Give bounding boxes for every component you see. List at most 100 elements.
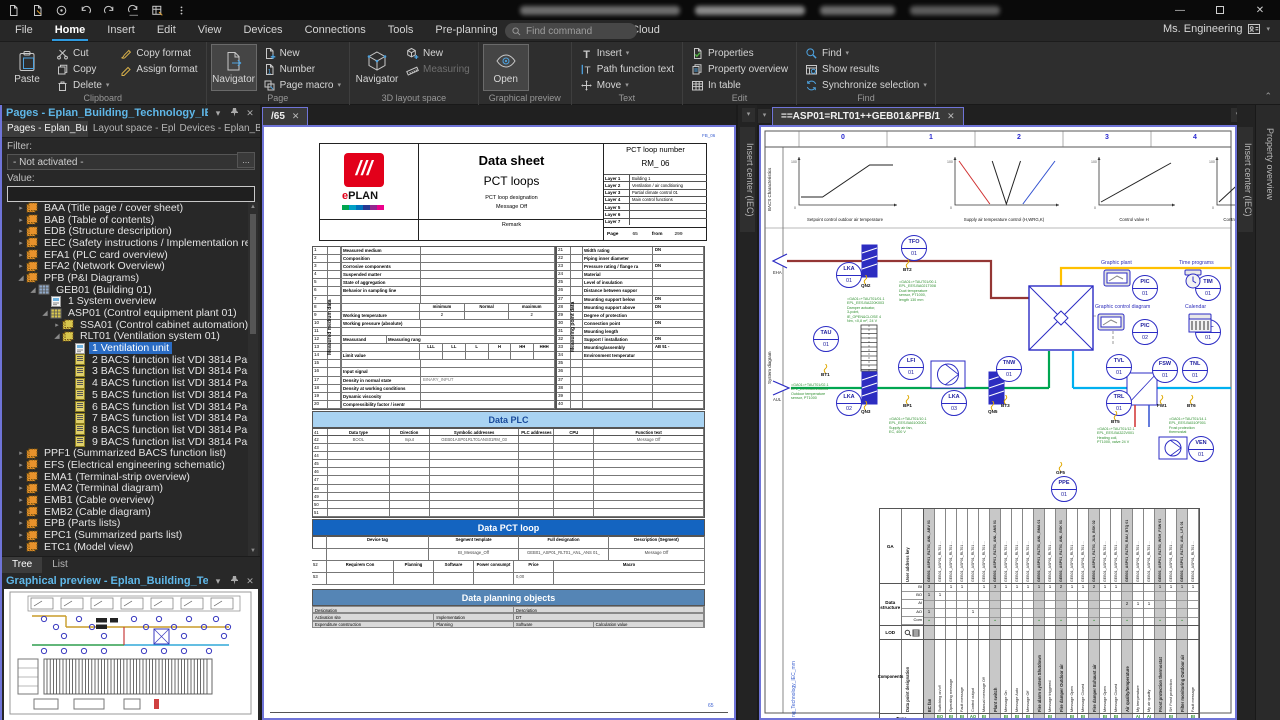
- assign-format-button[interactable]: Assign format: [115, 61, 201, 77]
- tree-item[interactable]: ▸EEC (Safety instructions / Implementati…: [4, 237, 248, 249]
- restore-button[interactable]: [1200, 0, 1240, 20]
- tree-item[interactable]: 6 BACS function list VDI 3814 Part 4.3: [4, 401, 248, 413]
- insert-center-vertical-tab[interactable]: Insert center (IEC): [1238, 127, 1253, 232]
- tree-item[interactable]: ▸EMB1 (Cable overview): [4, 494, 248, 506]
- bacs-data-point-tau01[interactable]: TAU01: [813, 326, 839, 352]
- collapse-ribbon-button[interactable]: ⌃: [1264, 91, 1272, 102]
- tree-item[interactable]: ▸EFS (Electrical engineering schematic): [4, 459, 248, 471]
- tree-item[interactable]: 2 BACS function list VDI 3814 Part 4.3: [4, 354, 248, 366]
- tree-item[interactable]: ▸EMB2 (Cable diagram): [4, 506, 248, 518]
- bacs-data-point-ppe01[interactable]: PPE01: [1051, 476, 1077, 502]
- menu-tab-insert[interactable]: Insert: [96, 20, 146, 42]
- copy-format-button[interactable]: Copy format: [115, 45, 201, 61]
- schematic-document[interactable]: 1000100010001000EHAAUL01234BACS Characte…: [759, 125, 1237, 720]
- panel-pin-icon[interactable]: [228, 575, 240, 587]
- value-input[interactable]: [7, 186, 255, 202]
- scroll-up-icon[interactable]: ▲: [248, 202, 258, 212]
- bacs-data-point-lka01[interactable]: LKA01: [836, 262, 862, 288]
- qa-undo-button[interactable]: [76, 2, 94, 18]
- new-button[interactable]: New: [259, 45, 345, 61]
- panel-dropdown-icon[interactable]: ▾: [212, 576, 224, 587]
- tree-scrollbar[interactable]: ▲ ▼: [248, 202, 258, 556]
- tree-item[interactable]: 3 BACS function list VDI 3814 Part 4.3: [4, 366, 248, 378]
- device-tag-bt6[interactable]: BT6: [1187, 395, 1196, 409]
- device-tag-qn3[interactable]: QN3: [861, 401, 870, 415]
- menu-tab-connections[interactable]: Connections: [294, 20, 377, 42]
- menu-tab-pre-planning[interactable]: Pre-planning: [424, 20, 508, 42]
- tree-item[interactable]: ▸EPB (Parts lists): [4, 518, 248, 530]
- insert-center-vertical-tab[interactable]: Insert center (IEC): [740, 127, 755, 232]
- tree-item[interactable]: ▸BAA (Title page / cover sheet): [4, 202, 248, 214]
- close-button[interactable]: ✕: [1240, 0, 1280, 20]
- qa-overflow-dots-button[interactable]: [172, 2, 190, 18]
- document-tab-schematic[interactable]: ==ASP01=RLT01++GEB01&PFB/1 ✕: [772, 107, 964, 125]
- menu-tab-view[interactable]: View: [187, 20, 233, 42]
- menu-tab-tools[interactable]: Tools: [377, 20, 425, 42]
- bacs-data-point-tfo01[interactable]: TFO01: [901, 235, 927, 261]
- panel-pin-icon[interactable]: [228, 107, 240, 119]
- tree-item[interactable]: ◢GEB01 (Building 01): [4, 284, 248, 296]
- tree-item[interactable]: ▸EFA2 (Network Overview): [4, 260, 248, 272]
- show-results-button[interactable]: Show results: [801, 61, 931, 77]
- panel-bottom-tab-tree[interactable]: Tree: [2, 557, 42, 573]
- tree-item[interactable]: 1 Ventilation unit: [4, 342, 248, 354]
- tree-item[interactable]: ◢PFB (P&I Diagrams): [4, 272, 248, 284]
- document-tab-datasheet[interactable]: /65 ✕: [262, 107, 308, 125]
- property-overview-button[interactable]: Property overview: [687, 61, 792, 77]
- panel-dropdown-icon[interactable]: ▾: [212, 108, 224, 119]
- qa-record-point-button[interactable]: [52, 2, 70, 18]
- navigator-tab-0[interactable]: Pages - Eplan_Buildin...: [2, 121, 88, 137]
- tree-expand-icon[interactable]: ▸: [52, 321, 62, 329]
- qa-redo-history-button[interactable]: [124, 2, 142, 18]
- properties-button[interactable]: Properties: [687, 45, 792, 61]
- tab-overflow-button[interactable]: ▾: [742, 108, 755, 122]
- menu-tab-devices[interactable]: Devices: [232, 20, 293, 42]
- tree-expand-icon[interactable]: ▸: [16, 449, 26, 457]
- scroll-down-icon[interactable]: ▼: [248, 546, 258, 556]
- navigator-tab-1[interactable]: Layout space - Eplan_...: [88, 121, 175, 137]
- filter-dropdown[interactable]: - Not activated - ▾: [7, 154, 255, 170]
- tab-close-icon[interactable]: ✕: [947, 111, 955, 122]
- bacs-data-point-lka03[interactable]: LKA03: [941, 390, 967, 416]
- tree-item[interactable]: 1 System overview: [4, 296, 248, 308]
- bacs-data-point-pic01[interactable]: PIC01: [1132, 275, 1158, 301]
- tree-expand-icon[interactable]: ▸: [16, 262, 26, 270]
- tree-item[interactable]: ◢ASP01 (Control equipment plant 01): [4, 307, 248, 319]
- device-tag-bp1[interactable]: BP1: [903, 395, 912, 409]
- navigator-tab-2[interactable]: Devices - Eplan_Build...: [175, 121, 260, 137]
- tree-item[interactable]: ▸EPC1 (Summarized parts list): [4, 529, 248, 541]
- tree-item[interactable]: 5 BACS function list VDI 3814 Part 4.3: [4, 389, 248, 401]
- tree-expand-icon[interactable]: ▸: [16, 496, 26, 504]
- qa-grid-edit-button[interactable]: [148, 2, 166, 18]
- new-button[interactable]: New: [402, 45, 474, 61]
- bacs-data-point-lfi01[interactable]: LFI01: [898, 354, 924, 380]
- measuring-button[interactable]: Measuring: [402, 61, 474, 77]
- tree-expand-icon[interactable]: ▸: [16, 461, 26, 469]
- menu-tab-edit[interactable]: Edit: [146, 20, 187, 42]
- bacs-data-point-ven01[interactable]: VEN01: [1188, 436, 1214, 462]
- tree-expand-icon[interactable]: ▸: [16, 473, 26, 481]
- bacs-data-point-pic02[interactable]: PIC02: [1132, 319, 1158, 345]
- bacs-data-point-fsw01[interactable]: FSW01: [1152, 357, 1178, 383]
- tab-scroll-left-button[interactable]: ▾: [758, 109, 771, 123]
- synchronize-selection-button[interactable]: Synchronize selection▾: [801, 77, 931, 93]
- device-tag-gf5[interactable]: GF5: [1056, 462, 1065, 476]
- tree-item[interactable]: ▸BAB (Table of contents): [4, 214, 248, 226]
- insert-button[interactable]: TInsert▾: [576, 45, 678, 61]
- device-tag-bt1[interactable]: BT1: [821, 364, 830, 378]
- tree-expand-icon[interactable]: ▸: [16, 484, 26, 492]
- bacs-data-point-tnl01[interactable]: TNL01: [1182, 357, 1208, 383]
- pane-splitter[interactable]: ▾ Insert center (IEC): [738, 105, 757, 720]
- device-tag-qn5[interactable]: QN5: [988, 401, 997, 415]
- tree-item[interactable]: ▸EFA1 (PLC card overview): [4, 249, 248, 261]
- tree-item[interactable]: ◢RLT01 (Ventilation system 01): [4, 331, 248, 343]
- in-table-button[interactable]: In table: [687, 77, 792, 93]
- device-tag-bt3[interactable]: BT3: [1001, 395, 1010, 409]
- tree-expand-icon[interactable]: ▸: [16, 216, 26, 224]
- tree-expand-icon[interactable]: ▸: [16, 531, 26, 539]
- tab-close-icon[interactable]: ✕: [292, 111, 300, 122]
- page-macro-button[interactable]: Page macro▾: [259, 77, 345, 93]
- device-tag-fw1[interactable]: FW1: [1157, 395, 1167, 409]
- minimize-button[interactable]: —: [1160, 0, 1200, 20]
- device-tag-bt2[interactable]: BT2: [903, 259, 912, 273]
